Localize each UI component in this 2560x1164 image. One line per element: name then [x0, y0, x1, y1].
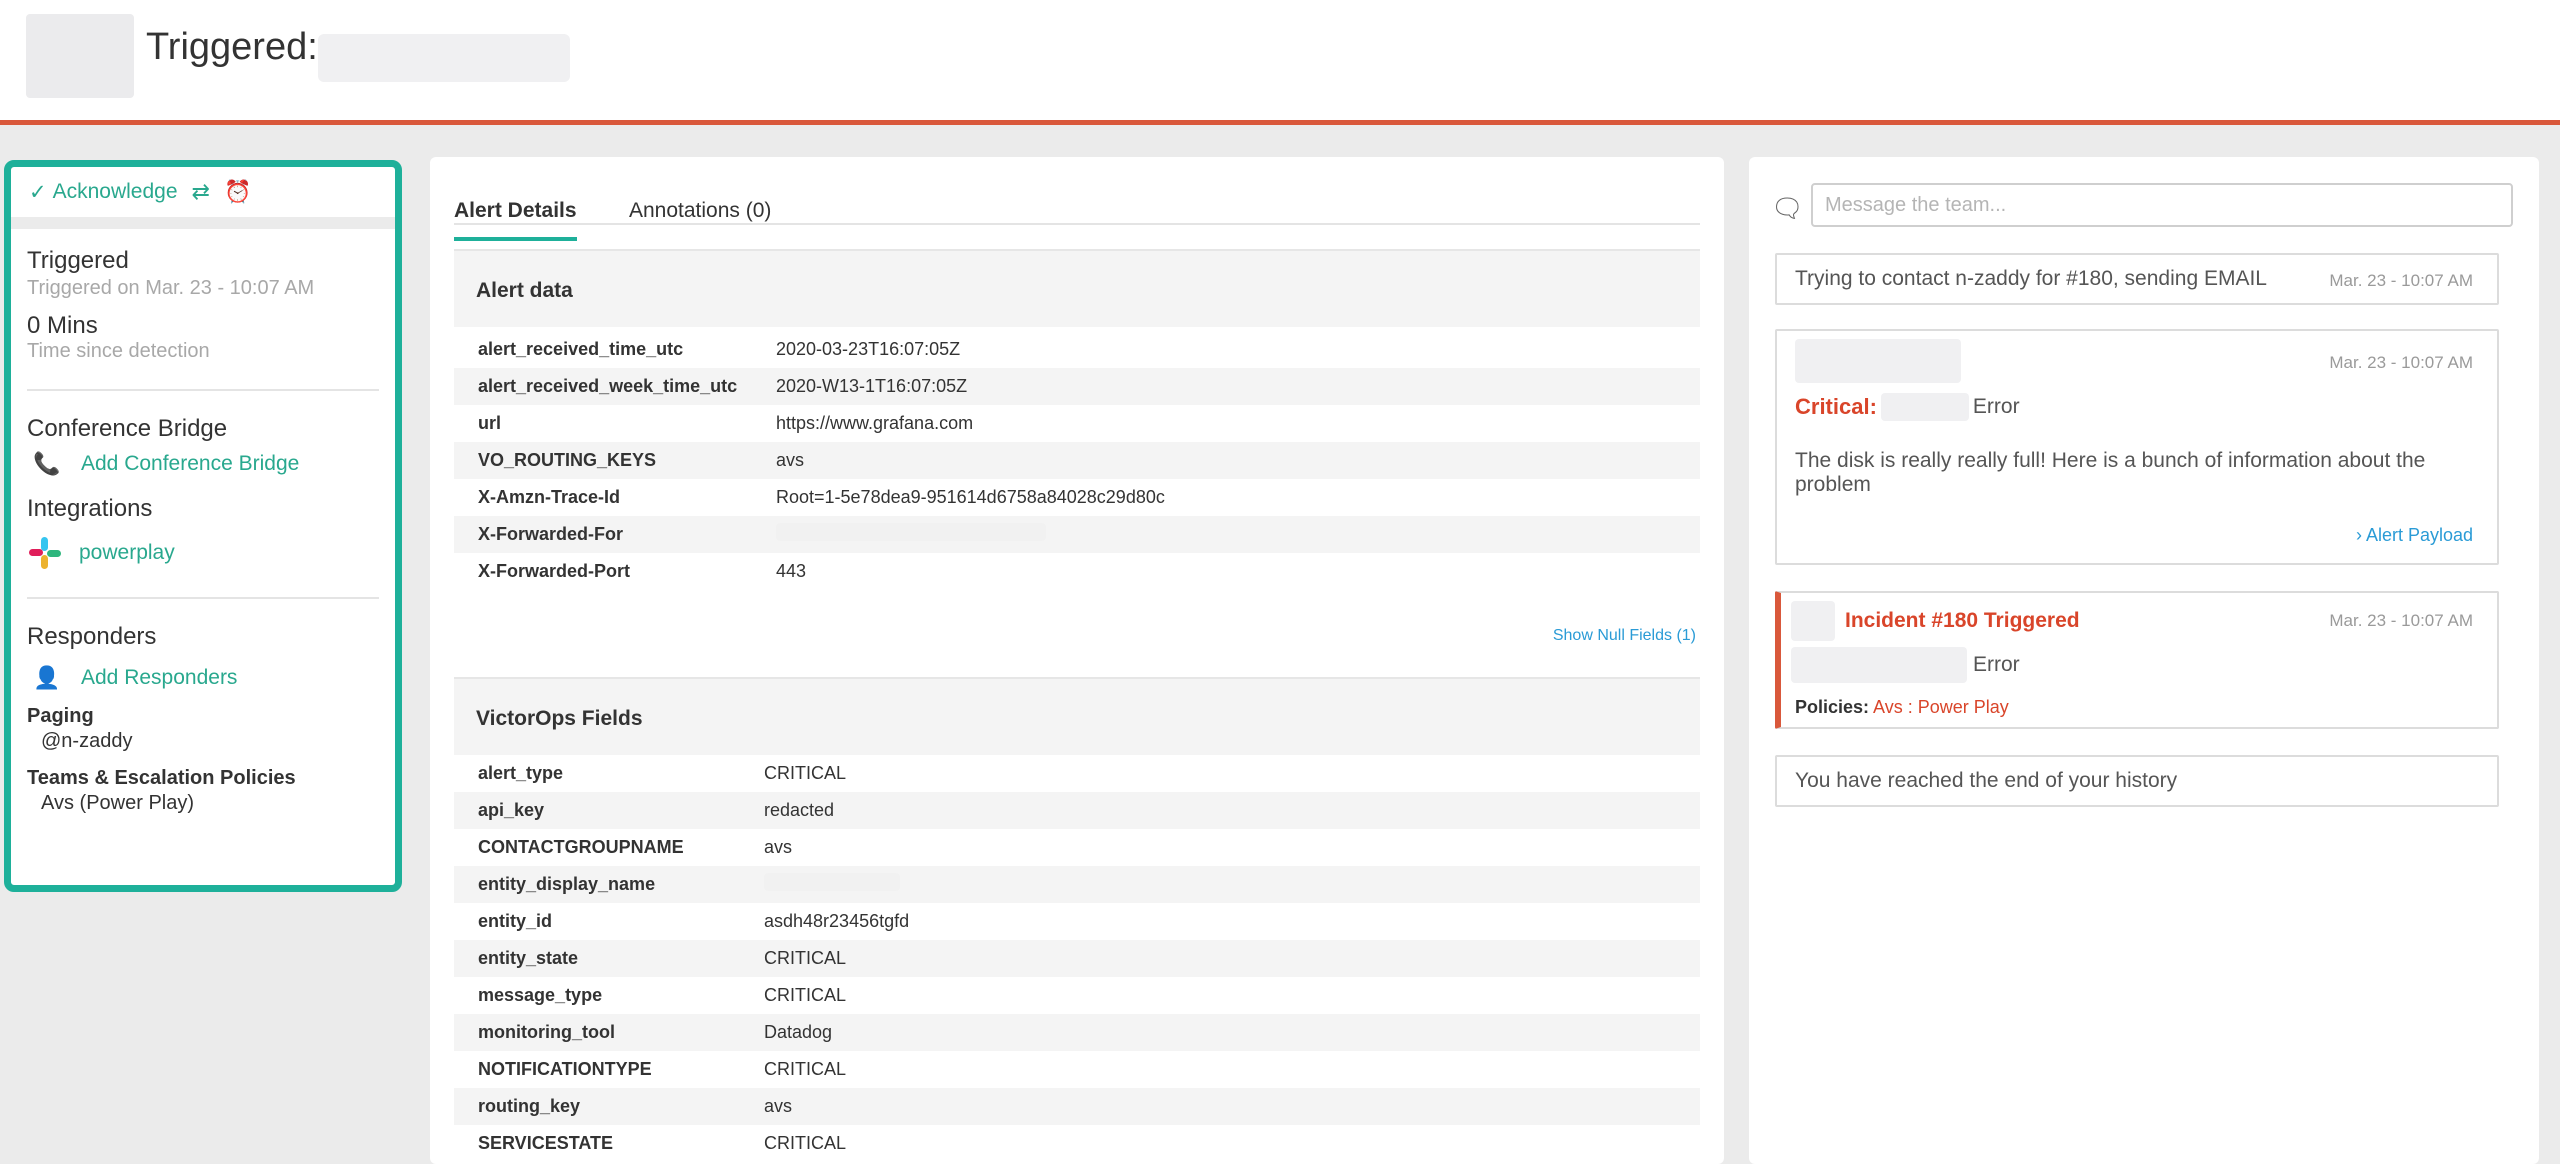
table-row: message_type CRITICAL: [478, 985, 847, 1005]
add-conference-bridge-label: Add Conference Bridge: [81, 452, 300, 475]
table-row: entity_id asdh48r23456tgfd: [478, 911, 910, 931]
add-responders-button[interactable]: 👤 Add Responders: [33, 665, 379, 691]
teams-policies-value: Avs (Power Play): [41, 792, 195, 814]
table-row: SERVICESTATE CRITICAL: [478, 1133, 847, 1153]
alert-details-panel: Alert Details Annotations (0) Alert data…: [430, 157, 1724, 1164]
table-row: url https://www.grafana.com: [478, 413, 974, 433]
table-row: alert_received_time_utc 2020-03-23T16:07:…: [478, 339, 961, 359]
details-tabs: Alert Details Annotations (0): [454, 177, 1700, 241]
phone-add-icon: 📞: [33, 451, 61, 476]
policies-value[interactable]: Avs : Power Play: [1873, 697, 2009, 717]
table-row: alert_type CRITICAL: [478, 763, 847, 783]
divider: [27, 389, 379, 391]
chat-bubble-icon: 🗨: [1771, 193, 1805, 223]
snooze-alarm-icon[interactable]: ⏰: [224, 179, 251, 205]
timeline-incident-entry: Incident #180 Triggered Mar. 23 - 10:07 …: [1775, 591, 2499, 729]
alert-payload-link[interactable]: › Alert Payload: [2356, 525, 2473, 546]
paging-label: Paging: [27, 705, 94, 727]
slack-icon: [29, 537, 61, 569]
table-row: alert_received_week_time_utc 2020-W13-1T1…: [454, 368, 1700, 405]
incident-summary-suffix: Error: [1973, 653, 2020, 676]
table-row: routing_key avs: [454, 1088, 1700, 1125]
table-row: X-Forwarded-For: [454, 516, 1700, 553]
alert-body: The disk is really really full! Here is …: [1795, 449, 2426, 496]
table-row: entity_state CRITICAL: [454, 940, 1700, 977]
redacted-value: [764, 873, 900, 891]
message-team-input[interactable]: [1811, 183, 2513, 227]
timeline-end-entry: You have reached the end of your history: [1775, 755, 2499, 807]
table-row: CONTACTGROUPNAME avs: [478, 837, 793, 857]
incident-actions-toolbar: ✓ Acknowledge ⇄ ⏰: [11, 167, 395, 229]
alert-summary: Critical: Error: [1795, 393, 2020, 421]
end-of-history-text: You have reached the end of your history: [1795, 769, 2178, 792]
severity-label: Critical:: [1795, 394, 1877, 419]
alert-data-table: alert_received_time_utc 2020-03-23T16:07:…: [454, 331, 1700, 590]
alert-data-heading: Alert data: [454, 249, 1700, 327]
timeline-contact-entry: Trying to contact n-zaddy for #180, send…: [1775, 253, 2499, 305]
conference-bridge-heading: Conference Bridge: [27, 415, 228, 442]
responders-heading: Responders: [27, 623, 157, 650]
entry-timestamp: Mar. 23 - 10:07 AM: [2329, 611, 2473, 630]
entry-timestamp: Mar. 23 - 10:07 AM: [2329, 353, 2473, 372]
incident-policies: Policies: Avs : Power Play: [1795, 697, 2009, 718]
add-conference-bridge-button[interactable]: 📞 Add Conference Bridge: [33, 451, 379, 477]
teams-policies-label: Teams & Escalation Policies: [27, 767, 296, 789]
incident-avatar-redacted: [1791, 601, 1835, 641]
table-row: X-Amzn-Trace-Id Root=1-5e78dea9-951614d67…: [478, 487, 1165, 507]
victorops-fields-heading: VictorOps Fields: [454, 677, 1700, 755]
integration-item[interactable]: powerplay: [27, 535, 379, 571]
integrations-heading: Integrations: [27, 495, 153, 522]
incident-entity-redacted: [1791, 647, 1967, 683]
integration-name: powerplay: [79, 541, 175, 564]
contact-text: Trying to contact n-zaddy for #180, send…: [1795, 267, 2267, 290]
redacted-value: [776, 523, 1046, 541]
policies-label: Policies:: [1795, 697, 1870, 717]
table-row: entity_display_name: [454, 866, 1700, 903]
incident-name-redacted: [318, 34, 570, 82]
tab-annotations[interactable]: Annotations (0): [629, 199, 771, 223]
incident-avatar: [26, 14, 134, 98]
incident-state: Triggered: [27, 247, 129, 274]
divider: [27, 597, 379, 599]
table-row: VO_ROUTING_KEYS avs: [454, 442, 1700, 479]
add-responders-label: Add Responders: [81, 666, 238, 689]
alert-entity-redacted: [1880, 393, 1969, 421]
timeline-alert-entry: Mar. 23 - 10:07 AM Critical: Error The d…: [1775, 329, 2499, 565]
triggered-timestamp: Triggered on Mar. 23 - 10:07 AM: [27, 277, 315, 299]
victorops-fields-section: VictorOps Fields alert_type CRITICAL api_…: [454, 677, 1700, 1162]
victorops-fields-table: alert_type CRITICAL api_key redacted CONTA…: [454, 755, 1700, 1162]
paging-value: @n-zaddy: [41, 730, 133, 752]
table-row: monitoring_tool Datadog: [454, 1014, 1700, 1051]
reroute-icon[interactable]: ⇄: [192, 179, 210, 205]
show-null-fields-link[interactable]: Show Null Fields (1): [1553, 627, 1696, 645]
incident-sidebar: ✓ Acknowledge ⇄ ⏰ Triggered Triggered on…: [4, 160, 402, 892]
timeline-panel: 🗨 Trying to contact n-zaddy for #180, se…: [1749, 157, 2539, 1164]
alert-summary-suffix: Error: [1972, 395, 2020, 418]
tab-alert-details[interactable]: Alert Details: [454, 199, 577, 241]
elapsed-time: 0 Mins: [27, 312, 98, 339]
entry-timestamp: Mar. 23 - 10:07 AM: [2329, 271, 2473, 290]
incident-summary: Error: [1791, 647, 2020, 683]
add-person-icon: 👤: [33, 665, 61, 690]
table-row: NOTIFICATIONTYPE CRITICAL: [478, 1059, 847, 1079]
alert-source-redacted: [1795, 339, 1961, 383]
alert-data-section: Alert data alert_received_time_utc 2020-0…: [454, 249, 1700, 590]
acknowledge-button[interactable]: ✓ Acknowledge: [29, 180, 178, 205]
acknowledge-label: Acknowledge: [52, 180, 178, 203]
check-icon: ✓: [29, 180, 47, 204]
incident-title: Incident #180 Triggered: [1845, 609, 2080, 632]
page-title: Triggered:: [146, 26, 318, 68]
page-header: Triggered:: [0, 0, 2560, 125]
table-row: X-Forwarded-Port 443: [478, 561, 807, 581]
elapsed-time-label: Time since detection: [27, 340, 210, 362]
table-row: api_key redacted: [454, 792, 1700, 829]
